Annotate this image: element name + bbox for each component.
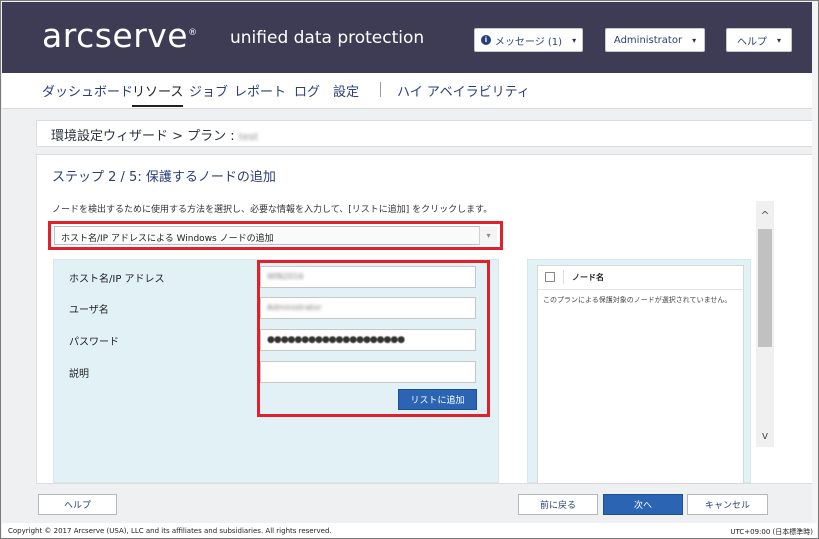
node-entry-form: ホスト名/IP アドレス ユーザ名 パスワード 説明 WIN2016 Admin… bbox=[53, 259, 499, 483]
password-input[interactable]: ●●●●●●●●●●●●●●●●●●●● bbox=[260, 329, 476, 351]
info-icon: i bbox=[480, 35, 491, 45]
scrollbar-thumb[interactable] bbox=[758, 229, 772, 347]
step-title: ステップ 2 / 5: 保護するノードの追加 bbox=[52, 170, 276, 185]
description-input[interactable] bbox=[260, 361, 476, 383]
help-button[interactable]: ヘルプ bbox=[38, 494, 117, 515]
nav-jobs[interactable]: ジョブ bbox=[189, 81, 228, 105]
nav-high-availability[interactable]: ハイ アベイラビリティ bbox=[397, 81, 530, 105]
chevron-down-icon: ▾ bbox=[692, 35, 697, 45]
username-label: ユーザ名 bbox=[69, 305, 109, 316]
node-name-column-header[interactable]: ノード名 bbox=[572, 272, 604, 283]
instruction-text: ノードを検出するために使用する方法を選択し、必要な情報を入力して、[リストに追加… bbox=[52, 205, 493, 215]
breadcrumb-text: 環境設定ウィザード > プラン : bbox=[51, 129, 239, 144]
scroll-down-icon[interactable]: v bbox=[756, 427, 774, 445]
chevron-down-icon[interactable]: ▾ bbox=[479, 226, 497, 245]
username-value: Administrator bbox=[267, 303, 322, 312]
next-button[interactable]: 次へ bbox=[603, 494, 683, 515]
logo-registered-mark: ® bbox=[188, 28, 198, 38]
logo-text: arcserve bbox=[42, 16, 189, 55]
hostname-input[interactable]: WIN2016 bbox=[260, 266, 476, 288]
copyright-text: Copyright © 2017 Arcserve (USA), LLC and… bbox=[8, 527, 332, 535]
timezone-text: UTC+09:00 (日本標準時) bbox=[730, 528, 813, 536]
node-discovery-method-select[interactable]: ホスト名/IP アドレスによる Windows ノードの追加 ▾ bbox=[48, 221, 503, 250]
scroll-up-icon[interactable]: ^ bbox=[756, 207, 774, 225]
node-list: ノード名 このプランによる保護対象のノードが選択されていません。 bbox=[537, 265, 744, 484]
nav-logs[interactable]: ログ bbox=[294, 81, 320, 105]
node-list-header: ノード名 bbox=[538, 266, 743, 290]
nav-settings[interactable]: 設定 bbox=[333, 81, 359, 105]
node-list-empty-message: このプランによる保護対象のノードが選択されていません。 bbox=[543, 296, 732, 304]
arcserve-logo: arcserve® bbox=[42, 16, 198, 55]
chevron-down-icon: ▾ bbox=[572, 35, 577, 45]
cancel-button[interactable]: キャンセル bbox=[687, 494, 768, 515]
messages-button[interactable]: i メッセージ (1) ▾ bbox=[474, 28, 583, 52]
nav-dashboard[interactable]: ダッシュボード bbox=[42, 81, 133, 105]
help-menu-button[interactable]: ヘルプ ▾ bbox=[726, 28, 792, 52]
top-header: arcserve® unified data protection i メッセー… bbox=[2, 2, 812, 73]
username-input[interactable]: Administrator bbox=[260, 297, 476, 319]
vertical-scrollbar[interactable]: ^ v bbox=[756, 201, 774, 447]
window-edge bbox=[812, 2, 818, 523]
nav-divider bbox=[380, 82, 381, 97]
add-to-list-button[interactable]: リストに追加 bbox=[398, 389, 477, 410]
password-value: ●●●●●●●●●●●●●●●●●●●● bbox=[267, 335, 405, 345]
hostname-label: ホスト名/IP アドレス bbox=[69, 274, 165, 285]
password-label: パスワード bbox=[69, 337, 119, 348]
admin-label: Administrator bbox=[613, 34, 683, 46]
column-divider bbox=[563, 270, 564, 284]
select-all-checkbox[interactable] bbox=[545, 272, 555, 282]
node-list-panel: ノード名 このプランによる保護対象のノードが選択されていません。 bbox=[527, 259, 751, 484]
wizard-panel: ステップ 2 / 5: 保護するノードの追加 ノードを検出するために使用する方法… bbox=[36, 154, 814, 484]
plan-name: test bbox=[238, 132, 259, 143]
method-select-value: ホスト名/IP アドレスによる Windows ノードの追加 bbox=[54, 226, 497, 245]
app-window: arcserve® unified data protection i メッセー… bbox=[0, 0, 819, 539]
admin-menu-button[interactable]: Administrator ▾ bbox=[605, 28, 705, 52]
breadcrumb-panel: 環境設定ウィザード > プラン : test bbox=[36, 120, 814, 147]
hostname-value: WIN2016 bbox=[267, 272, 304, 281]
main-nav: ダッシュボード リソース ジョブ レポート ログ 設定 ハイ アベイラビリティ bbox=[2, 73, 812, 109]
help-label: ヘルプ bbox=[736, 36, 767, 48]
status-bar: Copyright © 2017 Arcserve (USA), LLC and… bbox=[2, 523, 817, 538]
back-button[interactable]: 前に戻る bbox=[518, 494, 598, 515]
breadcrumb: 環境設定ウィザード > プラン : test bbox=[51, 125, 258, 144]
description-label: 説明 bbox=[69, 369, 89, 380]
chevron-down-icon: ▾ bbox=[776, 35, 781, 45]
product-name: unified data protection bbox=[230, 28, 425, 48]
nav-resources[interactable]: リソース bbox=[132, 81, 184, 107]
messages-label: メッセージ (1) bbox=[494, 36, 563, 48]
nav-reports[interactable]: レポート bbox=[234, 81, 286, 105]
